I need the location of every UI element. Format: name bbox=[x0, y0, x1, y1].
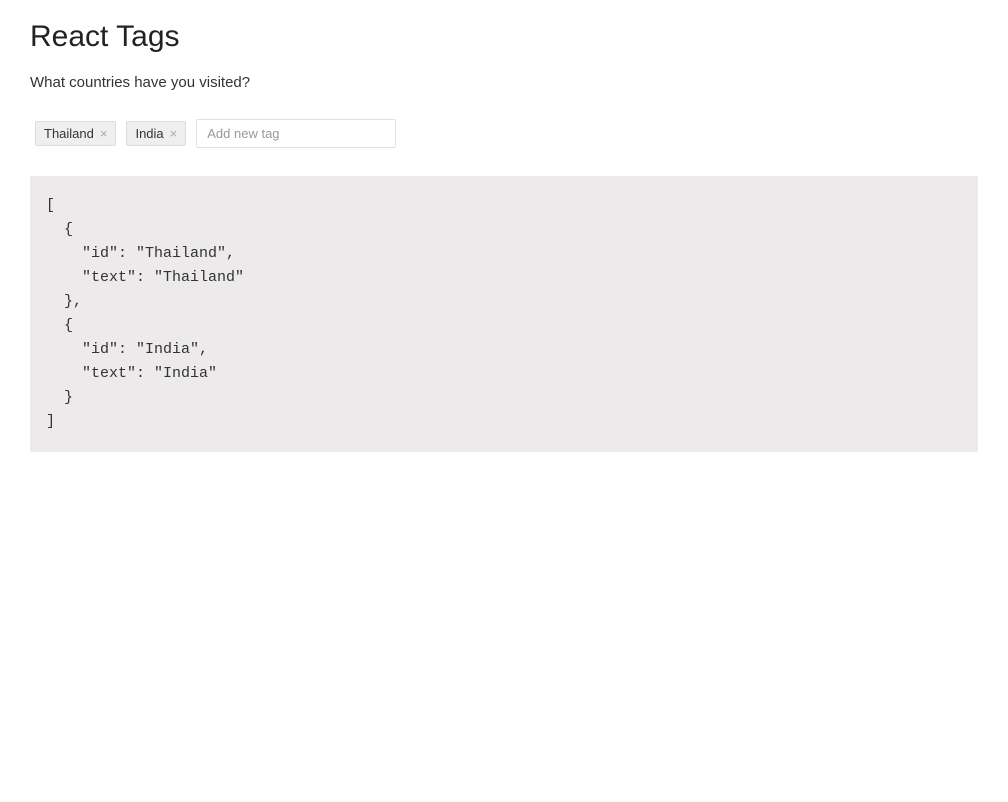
tag-label: India bbox=[135, 126, 163, 141]
prompt-text: What countries have you visited? bbox=[30, 74, 978, 91]
tag-input[interactable] bbox=[196, 119, 396, 148]
page-title: React Tags bbox=[30, 20, 978, 54]
tag-label: Thailand bbox=[44, 126, 94, 141]
tags-container: Thailand × India × bbox=[30, 119, 978, 148]
code-output: [ { "id": "Thailand", "text": "Thailand"… bbox=[30, 176, 978, 452]
tag-india[interactable]: India × bbox=[126, 121, 186, 146]
tag-thailand[interactable]: Thailand × bbox=[35, 121, 116, 146]
close-icon[interactable]: × bbox=[170, 127, 178, 140]
close-icon[interactable]: × bbox=[100, 127, 108, 140]
